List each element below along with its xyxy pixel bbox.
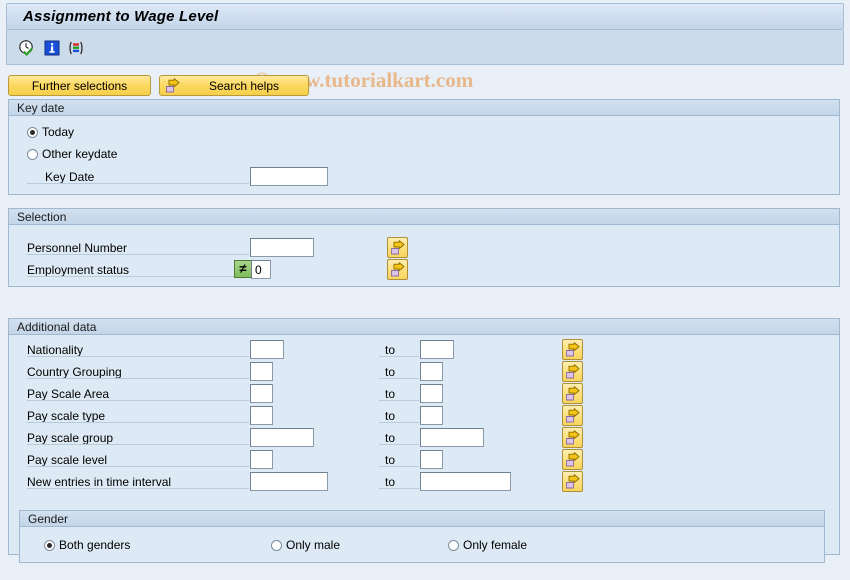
pay-scale-area-leader-line [27, 400, 249, 401]
nationality-from-input[interactable] [250, 340, 284, 359]
country-grouping-label: Country Grouping [27, 365, 122, 379]
new-entries-from-input[interactable] [250, 472, 328, 491]
nationality-leader-line [27, 356, 249, 357]
window-titlebar: Assignment to Wage Level [6, 3, 844, 30]
application-toolbar: © www.tutorialkart.com [6, 30, 844, 92]
country-grouping-leader-line [27, 378, 249, 379]
pay-scale-level-label: Pay scale level [27, 453, 108, 467]
personnel-number-label: Personnel Number [27, 241, 128, 255]
pay-scale-group-from-input[interactable] [250, 428, 314, 447]
pay-scale-level-from-input[interactable] [250, 450, 273, 469]
radio-only-female-indicator [448, 539, 459, 551]
pay-scale-type-to-label: to [385, 409, 396, 423]
new-entries-to-leader-line [379, 488, 419, 489]
page-title: Assignment to Wage Level [23, 8, 219, 25]
radio-only-male-label: Only male [286, 538, 341, 552]
nationality-multiple-selection-button[interactable] [562, 339, 583, 360]
info-icon[interactable] [43, 39, 61, 57]
pay-scale-area-multiple-selection-button[interactable] [562, 383, 583, 404]
pay-scale-level-to-label: to [385, 453, 396, 467]
pay-scale-type-multiple-selection-button[interactable] [562, 405, 583, 426]
key-date-group: Key date Today Other keydate Key Date [8, 99, 840, 195]
pay-scale-type-to-input[interactable] [420, 406, 443, 425]
pay-scale-group-label: Pay scale group [27, 431, 114, 445]
country-grouping-multiple-selection-button[interactable] [562, 361, 583, 382]
pay-scale-level-to-leader-line [379, 466, 419, 467]
country-grouping-to-label: to [385, 365, 396, 379]
radio-today[interactable]: Today [27, 125, 74, 139]
new-entries-to-input[interactable] [420, 472, 511, 491]
nationality-to-input[interactable] [420, 340, 454, 359]
nationality-label: Nationality [27, 343, 84, 357]
pay-scale-level-leader-line [27, 466, 249, 467]
pay-scale-area-to-input[interactable] [420, 384, 443, 403]
variant-icon[interactable] [67, 39, 85, 57]
radio-other-keydate-indicator [27, 148, 38, 160]
additional-data-group: Additional data Nationality to Country G… [8, 318, 840, 563]
execute-clock-icon[interactable] [18, 39, 36, 57]
personnel-number-multiple-selection-button[interactable] [387, 237, 408, 258]
additional-data-group-title: Additional data [9, 319, 839, 335]
key-date-group-title: Key date [9, 100, 839, 116]
pay-scale-group-to-label: to [385, 431, 396, 445]
employment-status-input[interactable] [251, 260, 271, 279]
pay-scale-level-multiple-selection-button[interactable] [562, 449, 583, 470]
radio-today-label: Today [42, 125, 75, 139]
key-date-leader-line [27, 183, 249, 184]
search-helps-label: Search helps [208, 78, 280, 93]
further-selections-button[interactable]: Further selections [8, 75, 151, 96]
pay-scale-area-to-label: to [385, 387, 396, 401]
pay-scale-level-to-input[interactable] [420, 450, 443, 469]
nationality-to-leader-line [379, 356, 419, 357]
personnel-number-input[interactable] [250, 238, 314, 257]
employment-status-multiple-selection-button[interactable] [387, 259, 408, 280]
employment-status-leader-line [27, 276, 234, 277]
radio-both-genders-indicator [44, 539, 55, 551]
pay-scale-area-label: Pay Scale Area [27, 387, 110, 401]
pay-scale-type-leader-line [27, 422, 249, 423]
nationality-to-label: to [385, 343, 396, 357]
pay-scale-area-from-input[interactable] [250, 384, 273, 403]
country-grouping-to-leader-line [379, 378, 419, 379]
gender-group-title: Gender [20, 511, 824, 527]
pay-scale-area-to-leader-line [379, 400, 419, 401]
selection-group: Selection Personnel Number Employment st… [8, 208, 840, 287]
radio-only-male-indicator [271, 539, 282, 551]
pay-scale-type-from-input[interactable] [250, 406, 273, 425]
key-date-label: Key Date [45, 170, 95, 184]
radio-only-female[interactable]: Only female [448, 538, 527, 552]
gender-group: Gender Both genders Only male Only femal… [19, 510, 825, 563]
pay-scale-group-to-input[interactable] [420, 428, 484, 447]
radio-only-male[interactable]: Only male [271, 538, 340, 552]
search-helps-button[interactable]: Search helps [159, 75, 309, 96]
employment-status-label: Employment status [27, 263, 130, 277]
search-help-arrow-icon [165, 78, 181, 94]
radio-other-keydate[interactable]: Other keydate [27, 147, 117, 161]
employment-status-operator-button[interactable]: ≠ [234, 260, 252, 278]
pay-scale-type-label: Pay scale type [27, 409, 106, 423]
pay-scale-group-multiple-selection-button[interactable] [562, 427, 583, 448]
new-entries-label: New entries in time interval [27, 475, 172, 489]
new-entries-to-label: to [385, 475, 396, 489]
new-entries-leader-line [27, 488, 249, 489]
country-grouping-from-input[interactable] [250, 362, 273, 381]
radio-only-female-label: Only female [463, 538, 528, 552]
radio-both-genders-label: Both genders [59, 538, 131, 552]
pay-scale-group-leader-line [27, 444, 249, 445]
radio-both-genders[interactable]: Both genders [44, 538, 130, 552]
new-entries-multiple-selection-button[interactable] [562, 471, 583, 492]
selection-group-title: Selection [9, 209, 839, 225]
pay-scale-group-to-leader-line [379, 444, 419, 445]
pay-scale-type-to-leader-line [379, 422, 419, 423]
radio-today-indicator [27, 126, 38, 138]
personnel-number-leader-line [27, 254, 249, 255]
sap-selection-screen: Assignment to Wage Level © www.tutorialk… [0, 0, 850, 580]
country-grouping-to-input[interactable] [420, 362, 443, 381]
radio-other-keydate-label: Other keydate [42, 147, 118, 161]
key-date-input[interactable] [250, 167, 328, 186]
